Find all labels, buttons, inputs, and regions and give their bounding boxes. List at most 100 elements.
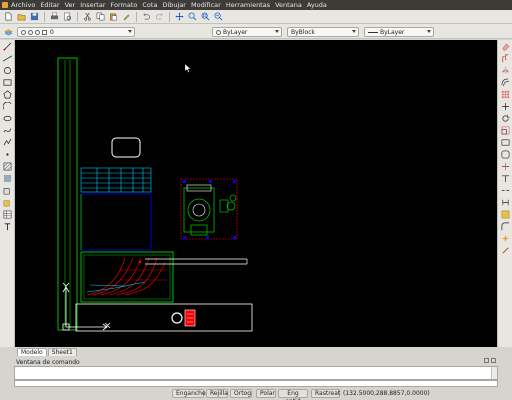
ortho-toggle-button[interactable]: Ortog — [230, 389, 252, 398]
array-icon[interactable] — [501, 90, 510, 99]
erase-icon[interactable] — [501, 42, 510, 51]
new-file-icon[interactable] — [3, 11, 14, 22]
move-icon[interactable] — [501, 102, 510, 111]
chevron-down-icon — [128, 30, 132, 33]
command-input[interactable] — [14, 380, 498, 387]
lineweight-sample — [368, 31, 378, 33]
properties-toolbar: 0 ByLayer ByBlock ByLayer — [0, 24, 512, 39]
polyline-icon[interactable] — [3, 138, 12, 147]
layer-color-swatch — [42, 29, 47, 35]
float-icon[interactable] — [484, 358, 489, 363]
command-history[interactable] — [14, 366, 498, 380]
layer-freeze-icon — [28, 29, 33, 35]
lineweight-select[interactable]: ByLayer — [364, 27, 434, 37]
point-icon[interactable] — [3, 150, 12, 159]
linetype-value: ByBlock — [291, 28, 315, 36]
break-icon[interactable] — [501, 186, 510, 195]
tab-modelo[interactable]: Modelo — [17, 348, 47, 356]
paste-icon[interactable] — [108, 11, 119, 22]
menu-editar[interactable]: Editar — [40, 1, 59, 9]
fillet-icon[interactable] — [501, 222, 510, 231]
menu-insertar[interactable]: Insertar — [80, 1, 105, 9]
menu-cota[interactable]: Cota — [142, 1, 157, 9]
copy-object-icon[interactable] — [501, 54, 510, 63]
text-icon[interactable] — [3, 222, 12, 231]
menu-formato[interactable]: Formato — [111, 1, 138, 9]
save-icon[interactable] — [29, 11, 40, 22]
polygon-icon[interactable] — [2, 90, 12, 99]
color-value: ByLayer — [223, 28, 248, 36]
line-icon[interactable] — [2, 42, 12, 51]
explode-icon[interactable] — [501, 234, 510, 243]
zoom-previous-icon[interactable] — [213, 11, 224, 22]
mirror-icon[interactable] — [501, 66, 510, 75]
draw-toolbar — [0, 40, 15, 347]
gradient-icon[interactable] — [3, 174, 12, 183]
arc-icon[interactable] — [2, 102, 12, 111]
tab-sheet1[interactable]: Sheet1 — [47, 348, 77, 356]
toolbar-separator — [77, 11, 78, 22]
pan-icon[interactable] — [174, 11, 185, 22]
scale-icon[interactable] — [501, 126, 510, 135]
menu-ver[interactable]: Ver — [65, 1, 76, 9]
menu-ayuda[interactable]: Ayuda — [307, 1, 327, 9]
stretch-icon[interactable] — [501, 138, 510, 147]
app-icon — [2, 2, 8, 8]
block-insert-icon[interactable] — [3, 198, 12, 207]
lengthen-icon[interactable] — [501, 150, 510, 159]
osnap-toggle-button[interactable]: Eng entid — [278, 389, 308, 400]
toolbar-separator — [136, 11, 137, 22]
toolbar-separator — [169, 11, 170, 22]
snap-toggle-button[interactable]: Enganche — [172, 389, 206, 398]
match-properties-icon[interactable] — [121, 11, 132, 22]
copy-icon[interactable] — [95, 11, 106, 22]
edit-polyline-icon[interactable] — [501, 246, 510, 255]
table-icon[interactable] — [3, 210, 12, 219]
zoom-realtime-icon[interactable] — [187, 11, 198, 22]
drawing-canvas[interactable] — [15, 40, 497, 347]
trim-icon[interactable] — [501, 162, 510, 171]
otrack-toggle-button[interactable]: Rastreat — [311, 389, 340, 398]
offset-icon[interactable] — [501, 78, 510, 87]
extend-icon[interactable] — [501, 174, 510, 183]
circle-icon[interactable] — [3, 66, 12, 75]
chevron-down-icon — [275, 30, 279, 33]
region-icon[interactable] — [3, 186, 12, 195]
menu-dibujar[interactable]: Dibujar — [162, 1, 186, 9]
menu-ventana[interactable]: Ventana — [275, 1, 302, 9]
menu-modificar[interactable]: Modificar — [191, 1, 221, 9]
spline-icon[interactable] — [3, 126, 12, 135]
ellipse-icon[interactable] — [3, 114, 12, 123]
color-select[interactable]: ByLayer — [212, 27, 282, 37]
print-preview-icon[interactable] — [62, 11, 73, 22]
layer-manager-icon[interactable] — [3, 26, 14, 37]
join-icon[interactable] — [501, 198, 510, 207]
redo-icon[interactable] — [154, 11, 165, 22]
cyan-table — [80, 167, 152, 193]
close-icon[interactable] — [491, 358, 496, 363]
cursor-coordinates: (132.5000,288.8857,0.0000) — [343, 390, 430, 397]
undo-icon[interactable] — [141, 11, 152, 22]
chamfer-icon[interactable] — [501, 210, 510, 219]
cut-icon[interactable] — [82, 11, 93, 22]
zoom-window-icon[interactable] — [200, 11, 211, 22]
hatch-icon[interactable] — [3, 162, 12, 171]
linetype-select[interactable]: ByBlock — [287, 27, 359, 37]
chevron-down-icon — [427, 30, 431, 33]
command-history-scrollbar[interactable] — [491, 367, 497, 379]
layer-value: 0 — [50, 28, 54, 36]
lineweight-value: ByLayer — [380, 28, 405, 36]
grid-toggle-button[interactable]: Rejilla — [206, 389, 228, 398]
polar-toggle-button[interactable]: Polar — [256, 389, 276, 398]
menu-archivo[interactable]: Archivo — [11, 1, 35, 9]
logo-mark — [171, 309, 196, 327]
rotate-icon[interactable] — [501, 114, 510, 123]
print-icon[interactable] — [49, 11, 60, 22]
mouse-cursor-icon — [184, 63, 191, 73]
open-folder-icon[interactable] — [16, 11, 27, 22]
rectangle-icon[interactable] — [3, 78, 12, 87]
menu-herramientas[interactable]: Herramientas — [226, 1, 270, 9]
chevron-down-icon — [352, 30, 356, 33]
construction-line-icon[interactable] — [2, 54, 12, 63]
layer-select[interactable]: 0 — [17, 27, 135, 37]
